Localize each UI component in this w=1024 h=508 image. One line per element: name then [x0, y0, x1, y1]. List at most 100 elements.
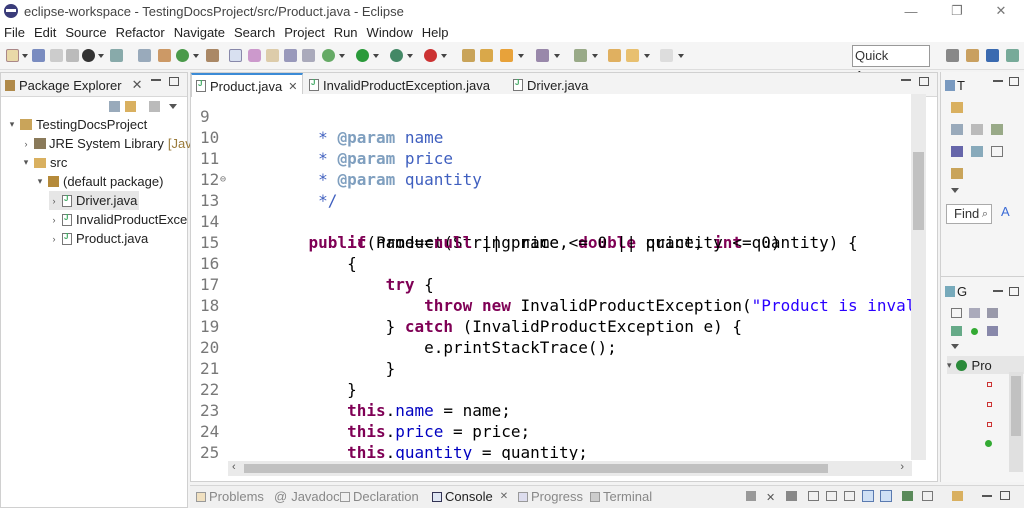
- new-package-icon[interactable]: [480, 49, 493, 62]
- expand-file-icon[interactable]: ›: [49, 234, 59, 244]
- build-icon[interactable]: [158, 49, 171, 62]
- open-console-icon[interactable]: [952, 491, 963, 501]
- last-edit-icon[interactable]: [608, 49, 621, 62]
- menu-refactor[interactable]: Refactor: [116, 25, 165, 40]
- vertical-scroll-thumb[interactable]: [913, 152, 924, 230]
- show-stderr-icon[interactable]: [880, 490, 892, 502]
- scroll-lock-icon[interactable]: [826, 491, 837, 501]
- new-java-project-icon[interactable]: [462, 49, 475, 62]
- back-icon[interactable]: [626, 49, 639, 62]
- close-tab-icon[interactable]: ✕: [288, 80, 297, 93]
- new-task-icon[interactable]: [951, 102, 963, 113]
- tab-console[interactable]: Console ✕: [432, 489, 508, 504]
- tree-item-jre-library[interactable]: › JRE System Library [Java: [21, 134, 199, 153]
- clear-console-icon[interactable]: [808, 491, 819, 501]
- edit-icon[interactable]: [248, 49, 261, 62]
- minimize-task-icon[interactable]: [993, 80, 1003, 82]
- coverage-icon[interactable]: [390, 49, 403, 62]
- search-java-icon[interactable]: [206, 49, 219, 62]
- expand-project-icon[interactable]: ▾: [7, 119, 17, 130]
- remove-launch-icon[interactable]: ✕: [766, 491, 775, 504]
- console-toggle-icon[interactable]: [110, 49, 123, 62]
- minimize-outline-icon[interactable]: [993, 290, 1003, 292]
- hide-nonpublic-icon[interactable]: [971, 328, 978, 335]
- save-all-icon[interactable]: [50, 49, 63, 62]
- tab-terminal[interactable]: Terminal: [590, 489, 652, 504]
- pin-console-icon[interactable]: [902, 491, 913, 501]
- minimize-editor-icon[interactable]: [901, 79, 911, 81]
- expand-file-icon[interactable]: ›: [49, 196, 59, 206]
- menu-run[interactable]: Run: [334, 25, 358, 40]
- editor-vertical-scrollbar[interactable]: [911, 94, 926, 460]
- menu-file[interactable]: File: [4, 25, 25, 40]
- close-console-icon[interactable]: ✕: [500, 491, 508, 502]
- menu-help[interactable]: Help: [422, 25, 449, 40]
- maximize-bottom-icon[interactable]: [1000, 491, 1010, 500]
- tab-package-explorer[interactable]: Package Explorer ✕: [5, 73, 143, 97]
- java-ee-perspective-icon[interactable]: [966, 49, 979, 62]
- scroll-left-icon[interactable]: ‹: [232, 461, 236, 473]
- print-icon[interactable]: [66, 49, 79, 62]
- save-icon[interactable]: [32, 49, 45, 62]
- outline-scroll-thumb[interactable]: [1011, 376, 1021, 436]
- maximize-button[interactable]: ❐: [934, 0, 980, 22]
- tree-item-product[interactable]: › Product.java: [49, 229, 149, 248]
- tree-item-src[interactable]: ▾ src: [21, 153, 68, 172]
- menu-edit[interactable]: Edit: [34, 25, 56, 40]
- find-search-icon[interactable]: ⌕: [982, 205, 988, 223]
- focus-tasks-icon[interactable]: [991, 146, 1003, 157]
- task-repo-icon[interactable]: [951, 168, 963, 179]
- show-para-icon[interactable]: [302, 49, 315, 62]
- maximize-task-icon[interactable]: [1009, 77, 1019, 86]
- prev-annotation-dropdown-icon[interactable]: [592, 54, 598, 58]
- hide-completed-icon[interactable]: [991, 124, 1003, 135]
- filter-tasks-icon[interactable]: [971, 124, 983, 135]
- debug-perspective-icon[interactable]: [1006, 49, 1019, 62]
- categorize-icon[interactable]: [951, 124, 963, 135]
- view-menu-icon[interactable]: [169, 104, 177, 109]
- code-editor[interactable]: 9 * @param name 10 * @param price 11 * @…: [192, 94, 912, 460]
- breakpoint-icon[interactable]: [138, 49, 151, 62]
- sync-tasks-icon[interactable]: [971, 146, 983, 157]
- java-perspective-icon[interactable]: [986, 49, 999, 62]
- new-class-dropdown-icon[interactable]: [518, 54, 524, 58]
- tab-javadoc[interactable]: @ Javadoc: [274, 489, 340, 504]
- refresh-icon[interactable]: [176, 49, 189, 62]
- collapse-tasks-icon[interactable]: [951, 146, 963, 157]
- outline-view-menu-icon[interactable]: [951, 344, 959, 349]
- new-icon[interactable]: [6, 49, 19, 62]
- skip-dropdown-icon[interactable]: [98, 54, 104, 58]
- tree-item-default-package[interactable]: ▾ (default package): [35, 172, 164, 191]
- menu-navigate[interactable]: Navigate: [174, 25, 225, 40]
- collapse-all-icon[interactable]: [109, 101, 120, 112]
- expand-file-icon[interactable]: ›: [49, 215, 59, 225]
- tab-problems[interactable]: Problems: [196, 489, 264, 504]
- external-tools-icon[interactable]: [424, 49, 437, 62]
- menu-search[interactable]: Search: [234, 25, 275, 40]
- tab-outline[interactable]: G: [945, 284, 967, 299]
- expand-package-icon[interactable]: ▾: [35, 176, 45, 187]
- editor-horizontal-scrollbar[interactable]: ‹ ›: [228, 461, 912, 476]
- show-stdout-icon[interactable]: [862, 490, 874, 502]
- forward-icon[interactable]: [660, 49, 673, 62]
- run-icon[interactable]: [356, 49, 369, 62]
- debug-skip-icon[interactable]: [82, 49, 95, 62]
- expand-library-icon[interactable]: ›: [21, 139, 31, 149]
- fold-toggle-icon[interactable]: ⊖: [220, 169, 226, 190]
- tree-item-driver[interactable]: › Driver.java: [49, 191, 139, 210]
- refresh-dropdown-icon[interactable]: [193, 54, 199, 58]
- link-editor-icon[interactable]: [125, 101, 136, 112]
- forward-dropdown-icon[interactable]: [678, 54, 684, 58]
- run-dropdown-icon[interactable]: [373, 54, 379, 58]
- hide-static-icon[interactable]: [951, 326, 962, 336]
- menu-window[interactable]: Window: [367, 25, 413, 40]
- open-perspective-icon[interactable]: [946, 49, 959, 62]
- debug-icon[interactable]: [322, 49, 335, 62]
- debug-dropdown-icon[interactable]: [339, 54, 345, 58]
- task-view-menu-icon[interactable]: [951, 188, 959, 193]
- close-button[interactable]: ✕: [978, 0, 1024, 22]
- prev-annotation-icon[interactable]: [574, 49, 587, 62]
- minimize-button[interactable]: —: [888, 0, 934, 22]
- next-annotation-icon[interactable]: [536, 49, 549, 62]
- new-class-icon[interactable]: [500, 49, 513, 62]
